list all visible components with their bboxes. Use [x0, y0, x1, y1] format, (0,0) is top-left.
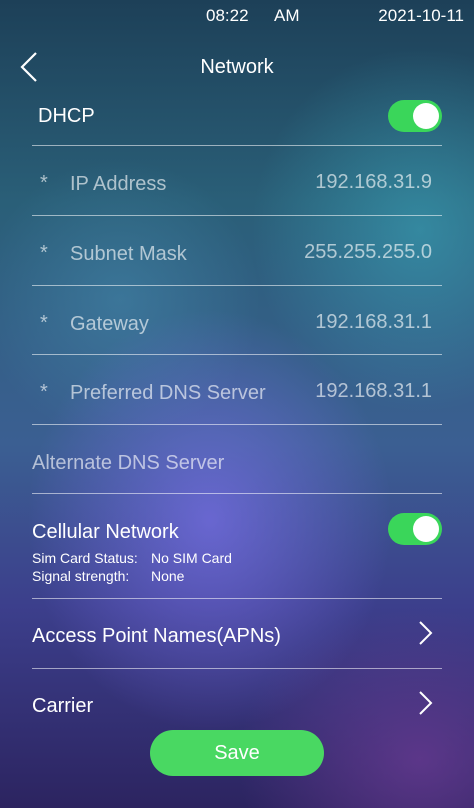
status-date: 2021-10-11	[378, 6, 464, 25]
subnet-mask-row[interactable]: * Subnet Mask 255.255.255.0	[32, 216, 442, 286]
page-title: Network	[200, 56, 274, 78]
status-time: 08:22	[206, 6, 249, 25]
required-mark: *	[40, 242, 48, 264]
gateway-row[interactable]: * Gateway 192.168.31.1	[32, 286, 442, 355]
cellular-network-row: Cellular Network Sim Card Status: No SIM…	[32, 494, 442, 599]
apn-row[interactable]: Access Point Names(APNs)	[32, 599, 442, 669]
ip-address-value: 192.168.31.9	[315, 171, 432, 193]
subnet-mask-label: Subnet Mask	[70, 243, 187, 265]
ip-address-label: IP Address	[70, 173, 167, 195]
sim-status-label: Sim Card Status:	[32, 550, 138, 566]
required-mark: *	[40, 312, 48, 334]
cellular-network-label: Cellular Network	[32, 521, 179, 543]
subnet-mask-value: 255.255.255.0	[304, 241, 432, 263]
sim-status-value: No SIM Card	[151, 550, 232, 566]
carrier-label: Carrier	[32, 695, 94, 717]
preferred-dns-row[interactable]: * Preferred DNS Server 192.168.31.1	[32, 355, 442, 425]
chevron-right-icon	[414, 689, 436, 717]
header: Network	[0, 40, 474, 94]
required-mark: *	[40, 172, 48, 194]
gateway-value: 192.168.31.1	[315, 311, 432, 333]
apn-label: Access Point Names(APNs)	[32, 625, 281, 647]
alternate-dns-row[interactable]: Alternate DNS Server	[32, 425, 442, 494]
signal-strength-label: Signal strength:	[32, 568, 130, 584]
alternate-dns-label: Alternate DNS Server	[32, 452, 225, 474]
cellular-toggle[interactable]	[388, 513, 442, 545]
toggle-knob	[413, 103, 439, 129]
preferred-dns-value: 192.168.31.1	[315, 380, 432, 402]
chevron-right-icon	[414, 619, 436, 647]
ip-address-row[interactable]: * IP Address 192.168.31.9	[32, 146, 442, 216]
required-mark: *	[40, 381, 48, 403]
status-ampm: AM	[274, 6, 300, 25]
save-button[interactable]: Save	[150, 730, 324, 776]
carrier-row[interactable]: Carrier	[32, 669, 442, 725]
gateway-label: Gateway	[70, 313, 149, 335]
status-bar: 08:22 AM 2021-10-11	[0, 0, 474, 32]
dhcp-label: DHCP	[38, 105, 95, 127]
dhcp-row: DHCP	[32, 96, 442, 146]
preferred-dns-label: Preferred DNS Server	[70, 382, 266, 404]
toggle-knob	[413, 516, 439, 542]
signal-strength-value: None	[151, 568, 185, 584]
dhcp-toggle[interactable]	[388, 100, 442, 132]
